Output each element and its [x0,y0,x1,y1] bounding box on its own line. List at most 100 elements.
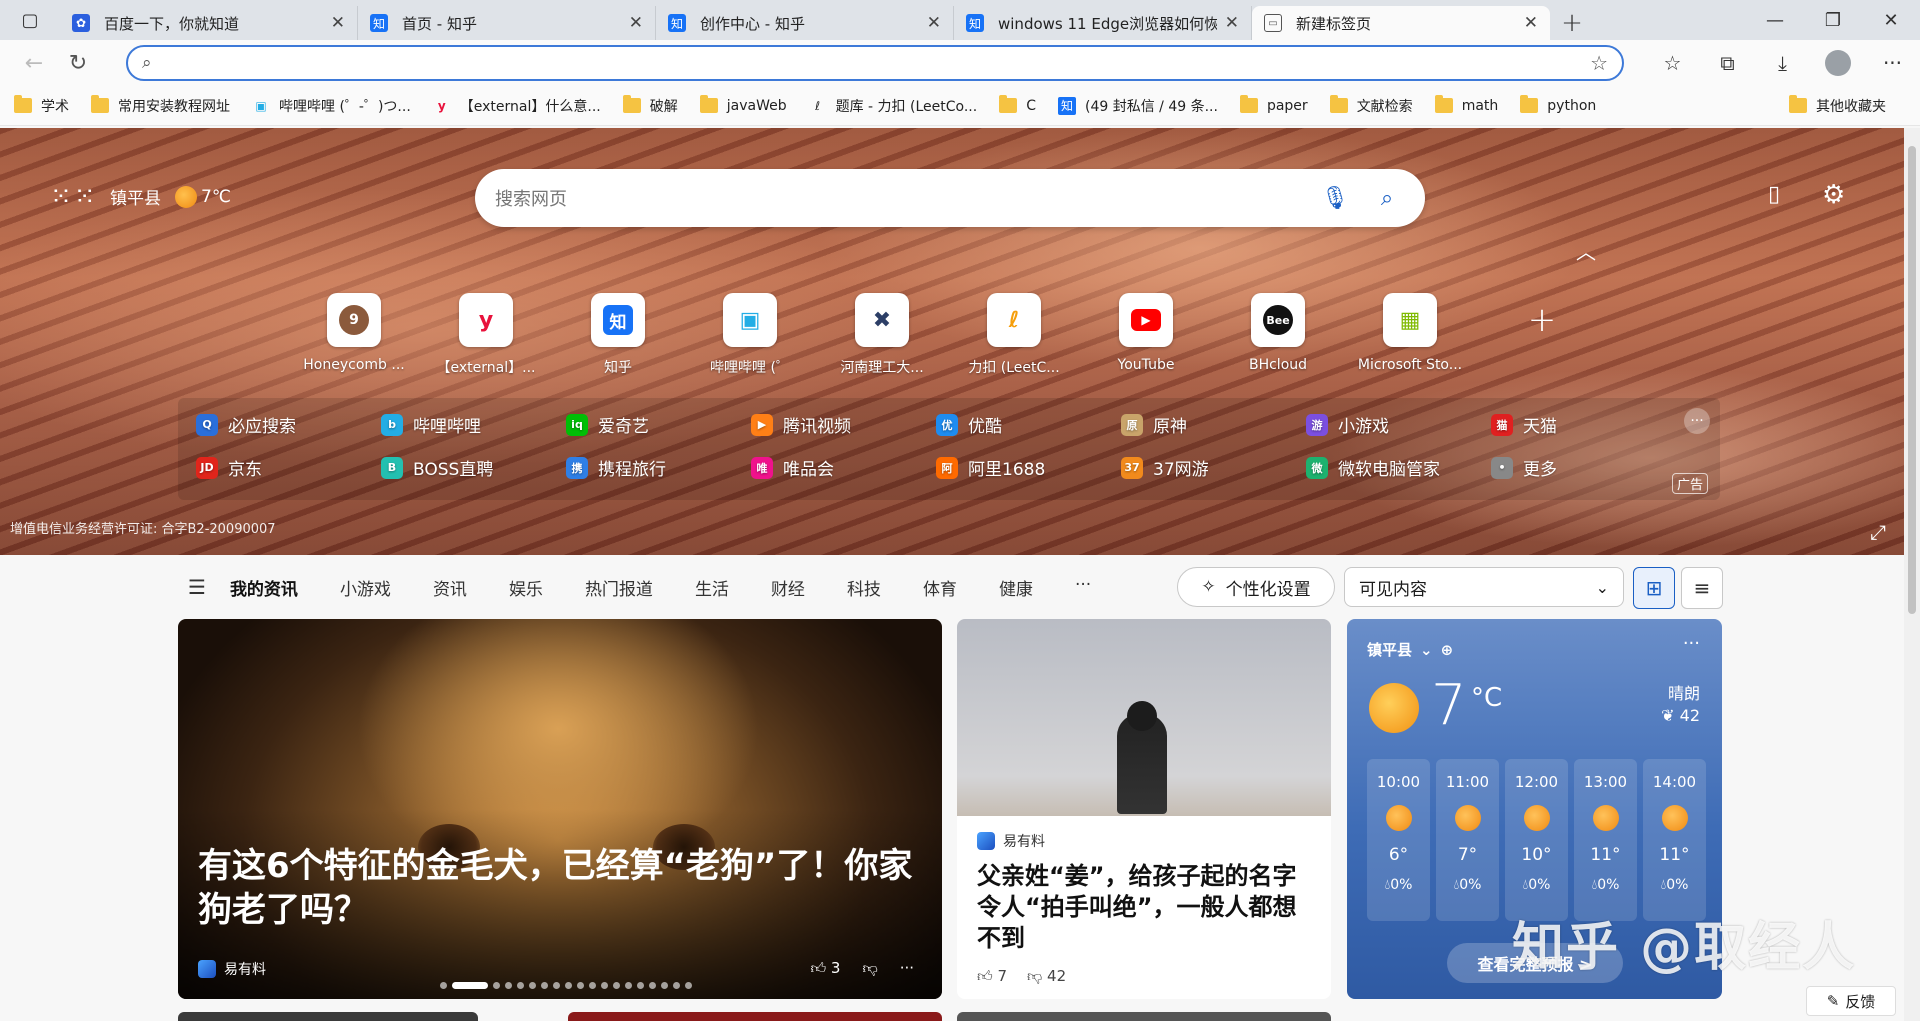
address-input[interactable] [165,54,1591,72]
carousel-dot[interactable] [553,982,560,989]
profile-avatar[interactable] [1810,40,1865,86]
feed-tab[interactable]: 生活 [695,575,729,600]
hourly-item[interactable]: 11:00 7° 💧︎0% [1436,759,1499,921]
more-options-icon[interactable]: ··· [900,959,914,978]
personalize-button[interactable]: ✧ 个性化设置 [1177,567,1335,607]
favorites-icon[interactable]: ☆ [1645,40,1700,86]
list-view-icon[interactable]: ≡ [1681,567,1723,609]
close-icon[interactable]: ✕ [331,13,345,33]
carousel-dot[interactable] [625,982,632,989]
top-site-tile[interactable]: ▶ YouTube [1080,293,1212,377]
hourly-item[interactable]: 12:00 10° 💧︎0% [1505,759,1568,921]
top-site-tile[interactable]: ▣ 哔哩哔哩 (゜ [684,293,816,377]
top-site-tile[interactable]: ✖ 河南理工大... [816,293,948,377]
quick-link[interactable]: 携携程旅行 [566,455,751,480]
tab-actions-icon[interactable]: ▢ [0,0,60,40]
weather-location[interactable]: 镇平县 ⌄ ⊕ [1367,639,1453,660]
quick-link[interactable]: 阿阿里1688 [936,455,1121,480]
quick-link[interactable]: ▶ 腾讯视频 [751,412,936,437]
feed-tab[interactable]: 财经 [771,575,805,600]
feedback-button[interactable]: ✎ 反馈 [1806,986,1896,1016]
download-icon[interactable]: ⤓ [1755,40,1810,86]
news-source[interactable]: 易有料 [977,831,1045,851]
more-icon[interactable]: ··· [1865,40,1920,86]
location-weather[interactable]: 镇平县 7℃ [110,184,231,209]
feed-tab[interactable]: ··· [1075,575,1091,600]
close-icon[interactable]: ✕ [1524,13,1538,33]
carousel-dot[interactable] [565,982,572,989]
search-icon[interactable]: ⌕ [1369,186,1405,211]
grid-view-icon[interactable]: ⊞ [1633,567,1675,609]
refresh-icon[interactable]: ↻ [56,41,100,85]
tab-new[interactable]: ▭ 新建标签页 ✕ [1252,6,1550,40]
expand-icon[interactable]: ⤢ [1870,520,1886,544]
news-headline[interactable]: 父亲姓“姜”，给孩子起的名字令人“拍手叫绝”，一般人都想不到 [977,861,1317,954]
quick-link[interactable]: JD 京东 [196,455,381,480]
favorite-2[interactable]: ▣ 哔哩哔哩 (゜-゜)つ... [252,96,410,116]
web-search-box[interactable]: 搜索网页 🎙 ⌕ [475,169,1425,227]
restore-icon[interactable]: ❐ [1804,0,1862,40]
scrollbar-thumb[interactable] [1908,146,1916,614]
top-site-tile[interactable]: ▦ Microsoft Sto... [1344,293,1476,377]
thumbs-down-icon[interactable]: 👎︎ [862,959,877,978]
top-site-tile[interactable]: 知知乎 [552,293,684,377]
carousel-dot[interactable] [685,982,692,989]
news-card[interactable]: 易有料 父亲姓“姜”，给孩子起的名字令人“拍手叫绝”，一般人都想不到 👍︎ 7 … [957,619,1331,999]
gear-icon[interactable]: ⚙ [1822,180,1845,210]
close-icon[interactable]: ✕ [927,13,941,33]
favorite-5[interactable]: javaWeb [699,95,787,115]
minimize-icon[interactable]: — [1746,0,1804,40]
carousel-dot[interactable] [649,982,656,989]
tab-zhihu-edge[interactable]: 知 windows 11 Edge浏览器如何恢复 ✕ [954,6,1252,40]
quick-link[interactable]: 猫天猫 [1491,412,1676,437]
favorite-10[interactable]: 文献检索 [1329,95,1413,116]
carousel-dot[interactable] [505,982,512,989]
more-options-icon[interactable]: ··· [1684,408,1710,434]
favorite-6[interactable]: ℓ 题库 - 力扣 (LeetCo... [809,96,977,116]
feed-tab[interactable]: 我的资讯 [230,575,298,600]
hourly-item[interactable]: 10:00 6° 💧︎0% [1367,759,1430,921]
feed-tab[interactable]: 体育 [923,575,957,600]
quick-link[interactable]: 游小游戏 [1306,412,1491,437]
hourly-item[interactable]: 14:00 11° 💧︎0% [1643,759,1706,921]
carousel-dot[interactable] [637,982,644,989]
feed-tab[interactable]: 热门报道 [585,575,653,600]
carousel-dot[interactable] [601,982,608,989]
menu-icon[interactable]: ☰ [188,575,206,599]
more-options-icon[interactable]: ··· [1683,633,1700,654]
carousel-dot[interactable] [541,982,548,989]
top-site-tile[interactable]: ℓ 力扣 (LeetC... [948,293,1080,377]
top-site-tile[interactable]: Bee BHcloud [1212,293,1344,377]
favorite-0[interactable]: 学术 [14,95,69,116]
quick-link[interactable]: b 哔哩哔哩 [381,412,566,437]
carousel-dot[interactable] [589,982,596,989]
feed-tab[interactable]: 科技 [847,575,881,600]
microphone-icon[interactable]: 🎙 [1317,186,1353,211]
tab-baidu[interactable]: ✿ 百度一下，你就知道 ✕ [60,6,358,40]
favorite-7[interactable]: C [999,95,1036,115]
phone-icon[interactable]: ▯ [1768,182,1780,207]
address-bar[interactable]: ⌕ ☆ [126,45,1624,81]
tab-zhihu-creator[interactable]: 知 创作中心 - 知乎 ✕ [656,6,954,40]
tab-zhihu-home[interactable]: 知 首页 - 知乎 ✕ [358,6,656,40]
feed-tab[interactable]: 娱乐 [509,575,543,600]
favorite-9[interactable]: paper [1239,95,1308,115]
favorite-11[interactable]: math [1434,95,1498,115]
featured-source[interactable]: 易有料 [198,959,266,979]
featured-headline[interactable]: 有这6个特征的金毛犬，已经算“老狗”了！你家狗老了吗？ [198,844,928,932]
quick-link[interactable]: • 更多 [1491,455,1676,480]
carousel-dot[interactable] [673,982,680,989]
quick-link[interactable]: 原原神 [1121,412,1306,437]
carousel-dot[interactable] [661,982,668,989]
carousel-dot[interactable] [613,982,620,989]
apps-grid-icon[interactable]: ⁙⁙ [50,182,98,212]
quick-link[interactable]: 微微软电脑管家 [1306,455,1491,480]
add-favorite-icon[interactable]: ☆ [1590,51,1608,75]
feed-tab[interactable]: 资讯 [433,575,467,600]
favorite-4[interactable]: 破解 [622,95,678,116]
scrollbar[interactable] [1904,128,1920,1021]
dislike-button[interactable]: 👎︎ 42 [1027,967,1066,986]
featured-news-card[interactable]: 有这6个特征的金毛犬，已经算“老狗”了！你家狗老了吗？ 易有料 👍︎ 3 👎︎ … [178,619,942,999]
carousel-dot[interactable] [493,982,500,989]
other-favorites[interactable]: 其他收藏夹 [1789,95,1886,116]
